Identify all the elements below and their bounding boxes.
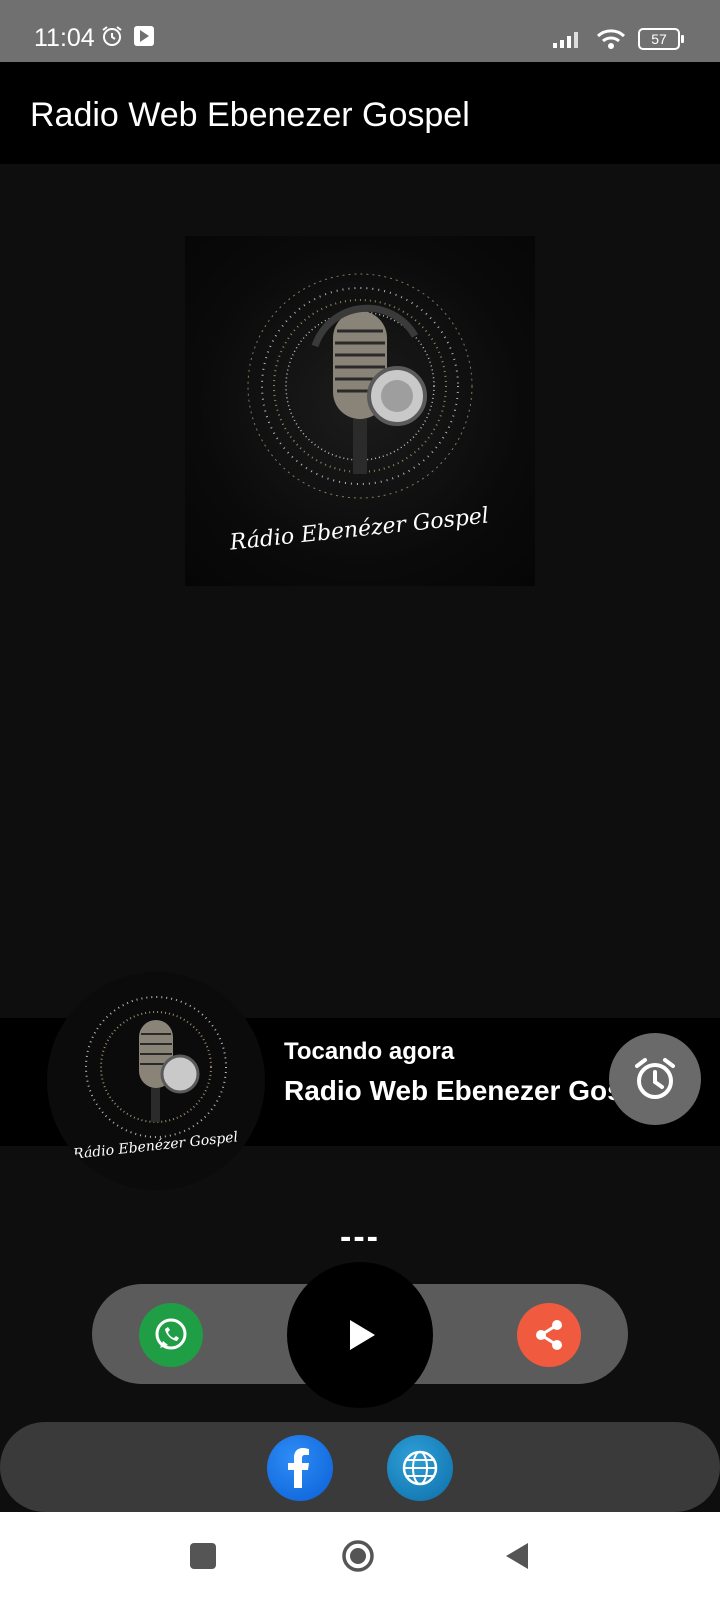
play-button[interactable] — [287, 1262, 433, 1408]
status-icons-left — [100, 24, 156, 48]
alarm-icon — [102, 26, 122, 46]
thumbnail-logo-image: Rádio Ebenézer Gospel — [71, 996, 239, 1163]
track-info: --- — [340, 1218, 380, 1256]
whatsapp-icon — [155, 1318, 187, 1350]
now-playing-label: Tocando agora — [284, 1038, 455, 1065]
back-icon[interactable] — [503, 1541, 531, 1571]
status-icons-right: 57 — [552, 28, 684, 50]
sleep-timer-button[interactable] — [609, 1033, 701, 1125]
play-icon — [350, 1320, 375, 1350]
battery-icon: 57 — [638, 28, 684, 50]
facebook-button[interactable] — [267, 1435, 333, 1501]
share-icon — [536, 1320, 562, 1350]
now-playing-thumbnail: Rádio Ebenézer Gospel — [47, 972, 265, 1190]
cover-logo-text: Rádio Ebenézer Gospel — [228, 504, 490, 556]
radio-logo-image: Rádio Ebenézer Gospel — [228, 273, 490, 556]
whatsapp-button[interactable] — [139, 1303, 203, 1367]
share-button[interactable] — [517, 1303, 581, 1367]
app-title: Radio Web Ebenezer Gospel — [30, 96, 470, 134]
play-store-icon — [134, 26, 154, 46]
globe-icon — [402, 1450, 438, 1486]
wifi-icon — [596, 29, 626, 49]
status-bar: 11:04 57 — [0, 0, 720, 62]
facebook-icon — [288, 1448, 309, 1488]
cover-art: Rádio Ebenézer Gospel — [185, 236, 535, 586]
status-time: 11:04 — [34, 24, 95, 52]
recents-icon[interactable] — [190, 1543, 216, 1569]
thumbnail-logo-text: Rádio Ebenézer Gospel — [71, 1129, 238, 1162]
home-icon[interactable] — [341, 1539, 375, 1573]
website-button[interactable] — [387, 1435, 453, 1501]
now-playing-title: Radio Web Ebenezer Gospel — [284, 1075, 620, 1106]
alarm-icon — [635, 1058, 675, 1099]
signal-icon — [553, 32, 578, 48]
social-bar — [0, 1422, 720, 1512]
app-bar: Radio Web Ebenezer Gospel — [0, 62, 720, 164]
